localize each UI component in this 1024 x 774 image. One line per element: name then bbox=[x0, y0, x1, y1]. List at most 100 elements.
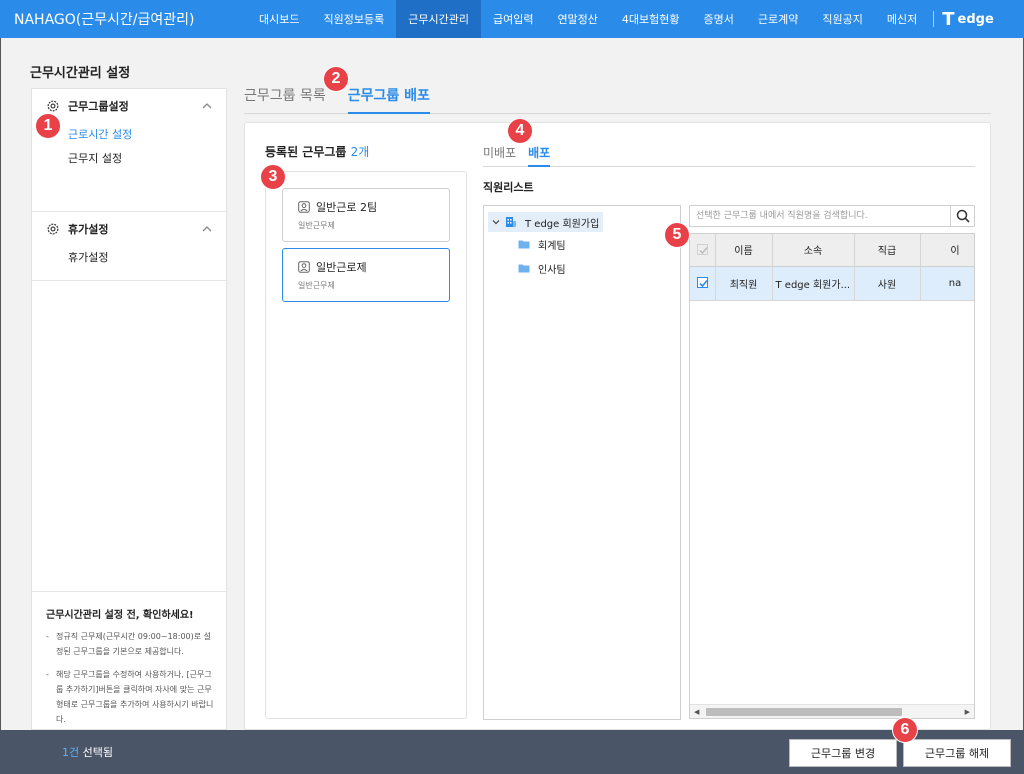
column-header-name[interactable]: 이름 bbox=[715, 234, 773, 267]
org-tree: T edge 회원가입 회계팀 인사팀 bbox=[483, 205, 681, 720]
group-type: 일반근무제 bbox=[298, 221, 335, 230]
nav-item-year-end-settlement[interactable]: 연말정산 bbox=[545, 0, 609, 38]
sidebar-section-work-group: 근무그룹설정 근로시간 설정 근무지 설정 bbox=[32, 89, 226, 212]
settings-sidebar: 근무그룹설정 근로시간 설정 근무지 설정 휴가설정 휴가설정 근무시간관리 설… bbox=[31, 88, 227, 730]
tree-node-label: T edge 회원가입 bbox=[525, 218, 600, 230]
group-card-selected[interactable]: 일반근로제 일반근무제 bbox=[282, 248, 450, 302]
registered-groups-title: 등록된 근무그룹 2개 bbox=[265, 143, 369, 160]
gear-icon bbox=[47, 223, 59, 235]
step-marker: 3 bbox=[260, 164, 286, 190]
group-name: 일반근로 2팀 bbox=[316, 201, 378, 214]
bottom-action-bar: 1건 선택됨 근무그룹 변경 근무그룹 해제 bbox=[0, 730, 1024, 774]
tab-undeployed[interactable]: 미배포 bbox=[483, 141, 516, 167]
notice-item: 정규직 근무제(근무시간 09:00~18:00)로 설정된 근무그룹을 기본으… bbox=[46, 629, 214, 659]
employee-grid: 이름 소속 직급 이 최직원 T edge 회원가... 사원 na ◀ ▶ bbox=[689, 233, 975, 719]
selection-count-number: 1건 bbox=[62, 746, 80, 759]
group-type: 일반근무제 bbox=[298, 281, 335, 290]
chevron-up-icon[interactable] bbox=[202, 101, 212, 111]
tab-deployed[interactable]: 배포 bbox=[528, 141, 551, 167]
step-marker: 1 bbox=[35, 113, 61, 139]
group-name: 일반근로제 bbox=[316, 261, 367, 274]
nav-divider bbox=[933, 11, 935, 27]
tab-group-deploy[interactable]: 근무그룹 배포 bbox=[347, 84, 430, 114]
step-marker: 6 bbox=[892, 717, 918, 743]
scroll-right-arrow-icon[interactable]: ▶ bbox=[965, 708, 970, 716]
settings-notice: 근무시간관리 설정 전, 확인하세요! 정규직 근무제(근무시간 09:00~1… bbox=[32, 591, 226, 735]
select-all-checkbox-cell[interactable] bbox=[690, 234, 716, 267]
group-list-panel: 일반근로 2팀 일반근무제 일반근로제 일반근무제 bbox=[265, 171, 467, 719]
user-badge-icon bbox=[298, 261, 310, 273]
employee-list-title: 직원리스트 bbox=[483, 181, 534, 194]
nav-item-employee-register[interactable]: 직원정보등록 bbox=[311, 0, 396, 38]
employee-search-input[interactable] bbox=[690, 206, 950, 226]
tree-node-label: 인사팀 bbox=[538, 264, 566, 276]
deploy-panel: 등록된 근무그룹 2개 일반근로 2팀 일반근무제 일반근로제 일반근무제 미배… bbox=[244, 122, 991, 730]
registered-groups-count: 2개 bbox=[350, 145, 370, 159]
step-marker: 5 bbox=[664, 222, 690, 248]
chevron-up-icon[interactable] bbox=[202, 224, 212, 234]
employee-search bbox=[689, 205, 975, 227]
select-all-checkbox[interactable] bbox=[696, 244, 708, 255]
notice-item: 해당 근무그룹을 수정하여 사용하거나, [근무그룹 추가하기]버튼을 클릭하여… bbox=[46, 667, 214, 727]
nav-item-payroll-input[interactable]: 급여입력 bbox=[481, 0, 545, 38]
table-row[interactable]: 최직원 T edge 회원가... 사원 na bbox=[690, 266, 974, 301]
search-icon bbox=[956, 209, 970, 223]
page-title: 근무시간관리 설정 bbox=[30, 66, 131, 81]
nav-item-insurance-status[interactable]: 4대보험현황 bbox=[610, 0, 692, 38]
user-badge-icon bbox=[298, 201, 310, 213]
column-header-dept[interactable]: 소속 bbox=[772, 234, 855, 267]
cell-extra: na bbox=[920, 266, 974, 301]
tree-node-label: 회계팀 bbox=[538, 240, 566, 252]
sidebar-header-label: 휴가설정 bbox=[68, 223, 109, 236]
sidebar-item-leave-settings[interactable]: 휴가설정 bbox=[32, 246, 226, 270]
group-card[interactable]: 일반근로 2팀 일반근무제 bbox=[282, 188, 450, 242]
nav-item-certificates[interactable]: 증명서 bbox=[692, 0, 746, 38]
deploy-status-tabs: 미배포 배포 bbox=[483, 141, 975, 167]
registered-groups-label: 등록된 근무그룹 bbox=[265, 145, 347, 159]
cell-name: 최직원 bbox=[715, 266, 773, 301]
main-nav: 대시보드 직원정보등록 근무시간관리 급여입력 연말정산 4대보험현황 증명서 … bbox=[247, 0, 929, 38]
step-marker: 4 bbox=[507, 118, 533, 144]
brand-logo[interactable]: T edge bbox=[942, 9, 994, 30]
main-tabs: 근무그룹 목록 근무그룹 배포 bbox=[244, 84, 991, 114]
notice-title: 근무시간관리 설정 전, 확인하세요! bbox=[46, 610, 194, 621]
app-title[interactable]: NAHAGO(근무시간/급여관리) bbox=[0, 9, 245, 29]
sidebar-item-work-hours[interactable]: 근로시간 설정 bbox=[32, 123, 226, 147]
cell-dept: T edge 회원가... bbox=[772, 266, 855, 301]
nav-item-work-time[interactable]: 근무시간관리 bbox=[396, 0, 481, 38]
brand-name: edge bbox=[957, 11, 994, 27]
change-group-button[interactable]: 근무그룹 변경 bbox=[789, 739, 897, 767]
chevron-down-icon[interactable] bbox=[492, 218, 500, 226]
folder-icon bbox=[518, 240, 530, 249]
sidebar-header-leave[interactable]: 휴가설정 bbox=[32, 212, 226, 246]
column-header-rank[interactable]: 직급 bbox=[854, 234, 921, 267]
horizontal-scrollbar[interactable]: ◀ ▶ bbox=[690, 704, 974, 718]
selection-count: 1건 선택됨 bbox=[62, 744, 113, 760]
sidebar-item-workplace[interactable]: 근무지 설정 bbox=[32, 147, 226, 171]
cell-rank: 사원 bbox=[854, 266, 921, 301]
scroll-left-arrow-icon[interactable]: ◀ bbox=[694, 708, 699, 716]
column-header-extra[interactable]: 이 bbox=[920, 234, 974, 267]
sidebar-section-leave: 휴가설정 휴가설정 bbox=[32, 212, 226, 281]
tree-node-root[interactable]: T edge 회원가입 bbox=[488, 212, 604, 232]
release-group-button[interactable]: 근무그룹 해제 bbox=[903, 739, 1011, 767]
search-button[interactable] bbox=[950, 206, 974, 226]
sidebar-header-label: 근무그룹설정 bbox=[68, 100, 129, 113]
grid-header-row: 이름 소속 직급 이 bbox=[690, 234, 974, 267]
nav-item-labor-contract[interactable]: 근로계약 bbox=[746, 0, 810, 38]
step-marker: 2 bbox=[323, 66, 349, 92]
sidebar-header-work-group[interactable]: 근무그룹설정 bbox=[32, 89, 226, 123]
nav-item-employee-notice[interactable]: 직원공지 bbox=[810, 0, 874, 38]
tree-node-accounting[interactable]: 회계팀 bbox=[518, 234, 566, 254]
row-checkbox[interactable] bbox=[696, 277, 708, 289]
nav-item-dashboard[interactable]: 대시보드 bbox=[247, 0, 311, 38]
scrollbar-thumb[interactable] bbox=[706, 708, 902, 716]
tree-node-hr[interactable]: 인사팀 bbox=[518, 258, 566, 278]
row-checkbox-cell[interactable] bbox=[690, 266, 716, 301]
top-navigation-bar: NAHAGO(근무시간/급여관리) 대시보드 직원정보등록 근무시간관리 급여입… bbox=[0, 0, 1024, 38]
tab-group-list[interactable]: 근무그룹 목록 bbox=[244, 84, 326, 114]
gear-icon bbox=[47, 100, 59, 112]
nav-item-messenger[interactable]: 메신저 bbox=[875, 0, 929, 38]
building-icon bbox=[506, 217, 516, 227]
brand-mark: T bbox=[942, 8, 955, 30]
